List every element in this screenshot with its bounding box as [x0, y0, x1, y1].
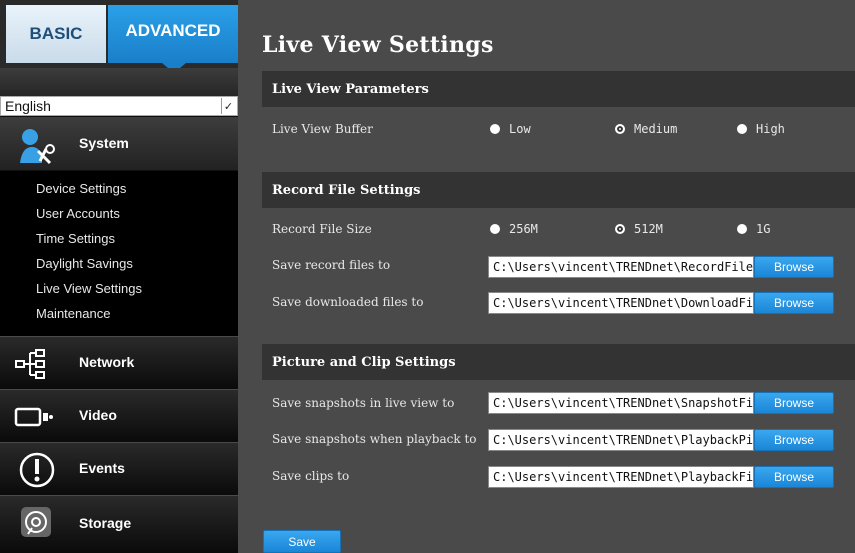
system-submenu: Device Settings User Accounts Time Setti… — [0, 171, 238, 336]
browse-clips-button[interactable]: Browse — [754, 466, 834, 488]
save-button[interactable]: Save — [263, 530, 341, 553]
radio-dot-selected — [615, 124, 625, 134]
sidebar-item-storage[interactable]: Storage — [0, 495, 238, 553]
download-path-input[interactable]: C:\Users\vincent\TRENDnet\DownloadFiles — [488, 292, 754, 314]
radio-dot — [490, 124, 500, 134]
browse-record-button[interactable]: Browse — [754, 256, 834, 278]
radio-label: 512M — [634, 222, 663, 236]
live-view-buffer-label: Live View Buffer — [272, 122, 373, 136]
alert-icon — [18, 451, 56, 494]
radio-label: 256M — [509, 222, 538, 236]
record-path-input[interactable]: C:\Users\vincent\TRENDnet\RecordFiles — [488, 256, 754, 278]
save-download-label: Save downloaded files to — [272, 295, 424, 309]
radio-label: Medium — [634, 122, 678, 136]
tab-basic[interactable]: BASIC — [6, 5, 106, 63]
wrench-user-icon — [16, 127, 60, 170]
radio-buffer-medium[interactable]: Medium — [615, 122, 677, 136]
save-record-label: Save record files to — [272, 258, 391, 272]
sidebar-item-label: Network — [79, 354, 135, 370]
submenu-maintenance[interactable]: Maintenance — [36, 306, 110, 321]
radio-dot — [490, 224, 500, 234]
main-content: Live View Settings Live View Parameters … — [238, 0, 855, 553]
browse-download-button[interactable]: Browse — [754, 292, 834, 314]
radio-size-1g[interactable]: 1G — [737, 222, 770, 236]
section-live-view: Live View Parameters — [262, 71, 855, 107]
video-camera-icon — [14, 405, 54, 434]
sidebar-item-network[interactable]: Network — [0, 336, 238, 389]
sidebar-item-events[interactable]: Events — [0, 442, 238, 495]
mode-tabs: BASIC ADVANCED — [0, 0, 238, 73]
sidebar-item-label: System — [79, 135, 129, 151]
submenu-user-accounts[interactable]: User Accounts — [36, 206, 120, 221]
sidebar-item-label: Video — [79, 407, 117, 423]
sidebar-item-system[interactable]: System — [0, 117, 248, 171]
network-icon — [14, 349, 48, 384]
submenu-device-settings[interactable]: Device Settings — [36, 181, 126, 196]
submenu-daylight-savings[interactable]: Daylight Savings — [36, 256, 133, 271]
disk-icon — [18, 504, 54, 545]
sidebar-item-video[interactable]: Video — [0, 389, 238, 442]
radio-dot — [737, 224, 747, 234]
section-picture-clip: Picture and Clip Settings — [262, 344, 855, 380]
sidebar-item-label: Storage — [79, 515, 132, 531]
browse-snap-live-button[interactable]: Browse — [754, 392, 834, 414]
sidebar: BASIC ADVANCED English ✓ System Device S… — [0, 0, 248, 553]
language-select[interactable]: English ✓ — [0, 96, 238, 116]
snap-play-path-input[interactable]: C:\Users\vincent\TRENDnet\PlaybackPics — [488, 429, 754, 451]
radio-size-512m[interactable]: 512M — [615, 222, 663, 236]
radio-buffer-high[interactable]: High — [737, 122, 785, 136]
snap-live-label: Save snapshots in live view to — [272, 396, 455, 410]
sidebar-spacer — [0, 68, 238, 96]
record-file-size-label: Record File Size — [272, 222, 372, 236]
submenu-live-view-settings[interactable]: Live View Settings — [36, 281, 142, 296]
radio-size-256m[interactable]: 256M — [490, 222, 538, 236]
snap-play-label: Save snapshots when playback to — [272, 432, 477, 446]
radio-label: Low — [509, 122, 531, 136]
snap-live-path-input[interactable]: C:\Users\vincent\TRENDnet\SnapshotFiles — [488, 392, 754, 414]
submenu-time-settings[interactable]: Time Settings — [36, 231, 115, 246]
radio-label: 1G — [756, 222, 771, 236]
language-value: English — [5, 98, 51, 114]
page-title: Live View Settings — [262, 32, 494, 58]
radio-label: High — [756, 122, 785, 136]
tab-advanced[interactable]: ADVANCED — [108, 5, 238, 63]
radio-dot-selected — [615, 224, 625, 234]
clips-label: Save clips to — [272, 469, 350, 483]
sidebar-item-label: Events — [79, 460, 125, 476]
clips-path-input[interactable]: C:\Users\vincent\TRENDnet\PlaybackFiles — [488, 466, 754, 488]
section-record: Record File Settings — [262, 172, 855, 208]
chevron-down-icon[interactable]: ✓ — [221, 98, 235, 114]
radio-buffer-low[interactable]: Low — [490, 122, 531, 136]
browse-snap-play-button[interactable]: Browse — [754, 429, 834, 451]
radio-dot — [737, 124, 747, 134]
